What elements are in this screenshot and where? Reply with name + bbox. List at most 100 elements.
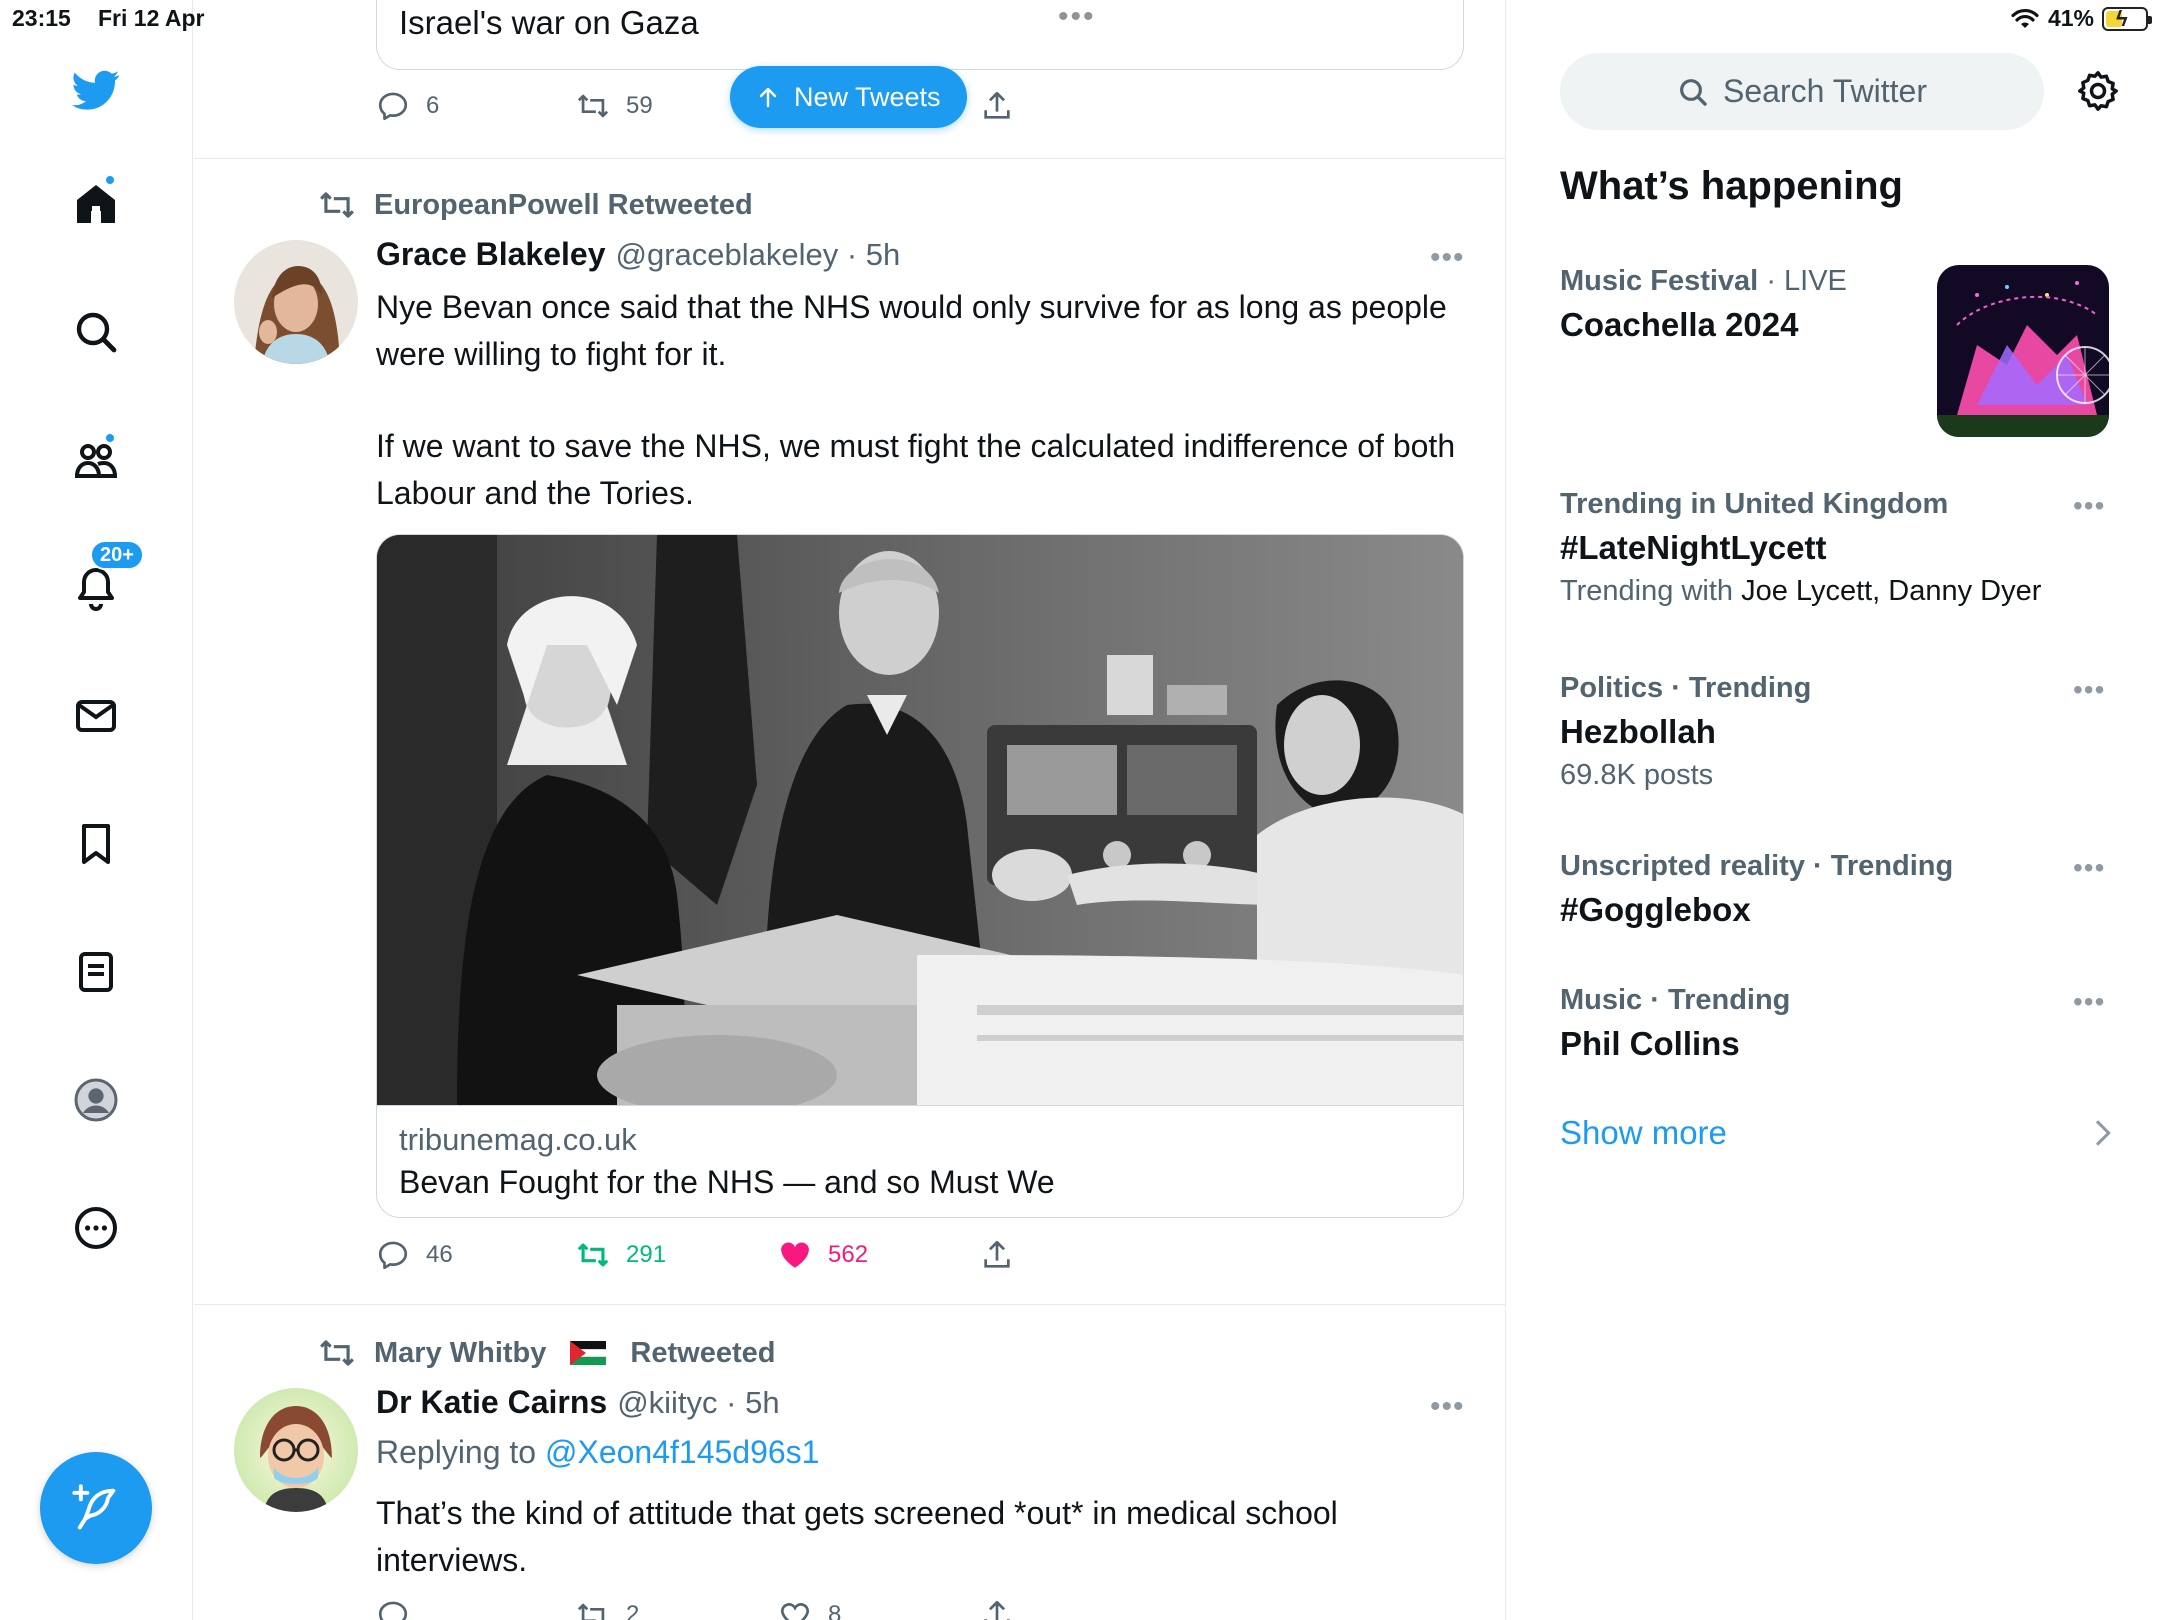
new-tweets-pill-button[interactable]: New Tweets	[730, 66, 967, 128]
trend-item[interactable]: Trending in United Kingdom #LateNightLyc…	[1560, 488, 2120, 608]
trend-title: Phil Collins	[1560, 1025, 1740, 1062]
tweet-divider	[194, 158, 1505, 159]
retweet-button[interactable]: 291	[576, 1238, 666, 1272]
retweeted-by-line: EuropeanPowell Retweeted	[318, 186, 753, 224]
palestine-flag-icon	[570, 1341, 607, 1365]
avatar[interactable]	[234, 1388, 358, 1512]
trend-title: Hezbollah	[1560, 713, 1716, 750]
share-button[interactable]	[980, 1238, 1014, 1272]
retweet-icon	[577, 1243, 609, 1267]
bookmarks-icon[interactable]	[60, 808, 132, 880]
settings-gear-icon[interactable]	[2075, 68, 2121, 114]
avatar[interactable]	[234, 240, 358, 364]
retweet-icon	[320, 1340, 354, 1366]
retweet-count: 291	[626, 1241, 667, 1268]
author-name[interactable]: Dr Katie Cairns	[376, 1384, 607, 1421]
status-date: Fri 12 Apr	[98, 5, 205, 31]
compose-tweet-button[interactable]	[40, 1452, 152, 1564]
battery-percent: 41%	[2047, 5, 2094, 31]
link-card-title: Bevan Fought for the NHS — and so Must W…	[399, 1164, 1055, 1200]
search-icon	[1680, 78, 1707, 106]
trend-more-icon[interactable]: •••	[2073, 854, 2105, 882]
trend-post-count: 69.8K posts	[1560, 759, 1714, 791]
status-time: 23:15	[12, 5, 71, 31]
trend-more-icon[interactable]: •••	[2073, 988, 2105, 1016]
retweet-button[interactable]: 2	[576, 1598, 639, 1620]
timeline: Israel's war on Gaza 6 59 New Tweets Eur…	[194, 0, 1506, 1620]
tweet-header: Dr Katie Cairns @kiityc · 5h	[376, 1384, 780, 1421]
share-icon	[984, 1600, 1010, 1620]
trend-category: Unscripted reality · Trending	[1560, 850, 2120, 883]
replying-to-line: Replying to @Xeon4f145d96s1	[376, 1434, 819, 1471]
link-preview-card[interactable]: tribunemag.co.uk Bevan Fought for the NH…	[376, 534, 1464, 1218]
show-more-link[interactable]: Show more	[1560, 1114, 1727, 1152]
left-nav: 20+	[0, 0, 193, 1620]
reply-icon	[378, 1601, 408, 1620]
lists-icon[interactable]	[60, 936, 132, 1008]
prev-retweet-button[interactable]: 59	[576, 89, 653, 123]
profile-avatar-icon[interactable]	[60, 1064, 132, 1136]
notifications-bell-icon[interactable]: 20+	[60, 540, 144, 624]
trend-category-label: Unscripted reality · Trending	[1560, 850, 1954, 882]
trend-category-label: Politics · Trending	[1560, 672, 1812, 704]
prev-reply-button[interactable]: 6	[376, 89, 439, 123]
home-new-dot	[104, 174, 116, 186]
compose-feather-icon	[72, 1484, 116, 1530]
multitasking-dots-icon[interactable]: •••	[1058, 0, 1096, 34]
chevron-right-icon	[2095, 1120, 2111, 1146]
author-name[interactable]: Grace Blakeley	[376, 236, 606, 273]
tweet-more-icon[interactable]: •••	[1430, 243, 1465, 273]
retweet-count: 2	[626, 1601, 640, 1620]
share-icon	[984, 1240, 1010, 1268]
reply-button[interactable]: 46	[376, 1238, 453, 1272]
author-handle[interactable]: @graceblakeley · 5h	[616, 237, 901, 273]
replying-prefix: Replying to	[376, 1434, 537, 1470]
retweeted-by-line: Mary Whitby Retweeted	[318, 1334, 775, 1372]
home-icon[interactable]	[60, 168, 132, 240]
trend-thumbnail-image[interactable]	[1937, 265, 2109, 437]
search-input[interactable]: Search Twitter	[1560, 53, 2044, 130]
retweet-icon	[320, 192, 354, 218]
retweet-icon	[577, 94, 609, 118]
like-button[interactable]: 8	[778, 1598, 841, 1620]
more-options-icon[interactable]	[60, 1192, 132, 1264]
tweet-paragraph-2: If we want to save the NHS, we must figh…	[376, 428, 1456, 511]
trend-item[interactable]: Politics · Trending Hezbollah 69.8K post…	[1560, 672, 2120, 792]
twitter-logo-icon[interactable]	[60, 54, 132, 126]
tweet-more-icon[interactable]: •••	[1430, 1392, 1465, 1422]
author-handle[interactable]: @kiityc · 5h	[617, 1385, 779, 1421]
trend-title: #LateNightLycett	[1560, 529, 1827, 566]
share-icon	[984, 91, 1010, 119]
trend-more-icon[interactable]: •••	[2073, 492, 2105, 520]
status-indicators: 41% ϟ	[2010, 5, 2152, 32]
tweet-paragraph-1: Nye Bevan once said that the NHS would o…	[376, 289, 1447, 372]
prev-share-button[interactable]	[980, 89, 1014, 123]
prev-reply-count: 6	[426, 92, 440, 119]
share-button[interactable]	[980, 1598, 1014, 1620]
prev-retweet-count: 59	[626, 92, 653, 119]
search-placeholder: Search Twitter	[1723, 73, 1927, 109]
trend-subtitle: Trending with Joe Lycett, Danny Dyer	[1560, 575, 2120, 608]
retweet-icon	[577, 1603, 607, 1620]
messages-envelope-icon[interactable]	[60, 680, 132, 752]
tweet-header: Grace Blakeley @graceblakeley · 5h	[376, 236, 900, 273]
trend-sub-names: Joe Lycett, Danny Dyer	[1741, 575, 2042, 607]
communities-icon[interactable]	[60, 424, 132, 496]
trend-category-label: Music Festival	[1560, 265, 1759, 297]
communities-new-dot	[104, 432, 116, 444]
retweeted-by-name: Mary Whitby	[374, 1336, 547, 1369]
trend-item[interactable]: Unscripted reality · Trending #Gogglebox	[1560, 850, 2120, 929]
trend-live-status: · LIVE	[1766, 265, 1847, 297]
trend-more-icon[interactable]: •••	[2073, 676, 2105, 704]
trend-category: Politics · Trending	[1560, 672, 2120, 705]
explore-search-icon[interactable]	[60, 296, 132, 368]
reply-button[interactable]	[376, 1598, 410, 1620]
trend-item[interactable]: Music · Trending Phil Collins	[1560, 984, 2120, 1063]
charging-bolt-icon: ϟ	[2116, 5, 2128, 31]
arrow-up-icon	[759, 87, 777, 108]
reply-mention-link[interactable]: @Xeon4f145d96s1	[545, 1434, 819, 1470]
status-bar: 23:15 Fri 12 Apr ••• 41% ϟ	[0, 0, 2160, 40]
like-count: 8	[828, 1601, 842, 1620]
like-button[interactable]: 562	[778, 1238, 868, 1272]
like-count: 562	[828, 1241, 869, 1268]
